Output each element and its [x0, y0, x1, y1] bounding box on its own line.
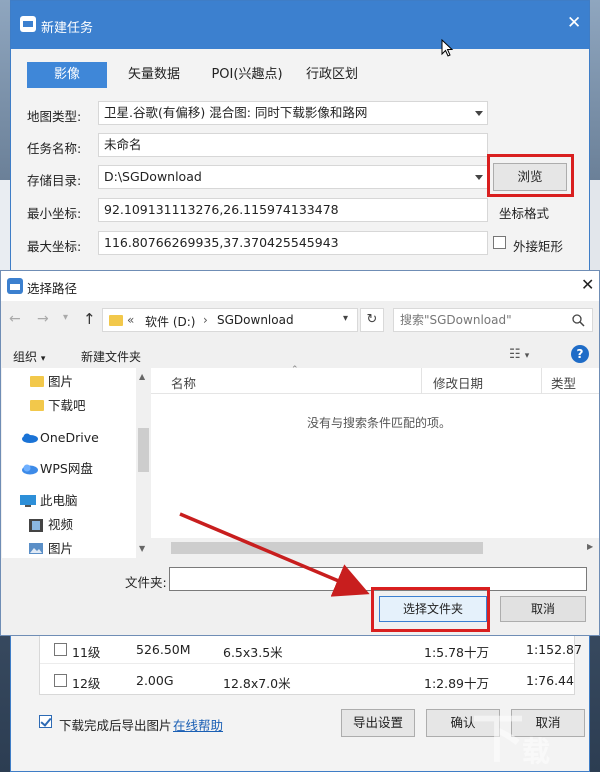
- annotation-arrow: [179, 512, 370, 597]
